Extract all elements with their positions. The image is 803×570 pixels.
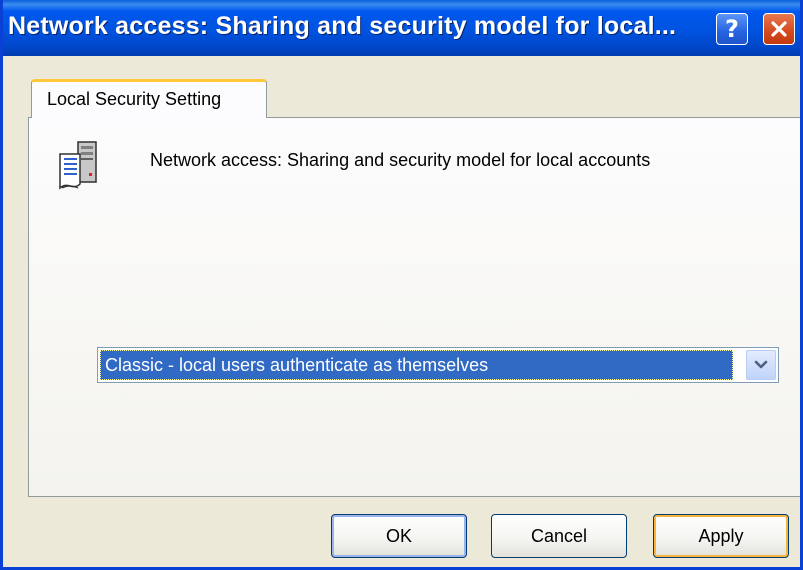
chevron-down-icon [754, 360, 768, 369]
cancel-button[interactable]: Cancel [491, 514, 627, 558]
ok-button[interactable]: OK [331, 514, 467, 558]
title-bar[interactable]: Network access: Sharing and security mod… [3, 0, 800, 56]
dialog-window: Network access: Sharing and security mod… [0, 0, 803, 570]
close-icon [771, 21, 787, 37]
help-button[interactable]: ? [716, 13, 748, 45]
apply-button[interactable]: Apply [653, 514, 789, 558]
tab-label: Local Security Setting [47, 89, 222, 109]
policy-server-icon [59, 141, 97, 190]
question-mark-icon: ? [725, 15, 739, 43]
window-title: Network access: Sharing and security mod… [8, 12, 677, 40]
security-model-dropdown[interactable]: Classic - local users authenticate as th… [97, 347, 779, 383]
close-button[interactable] [763, 13, 795, 45]
dropdown-arrow-button[interactable] [746, 350, 776, 380]
policy-description: Network access: Sharing and security mod… [150, 150, 651, 170]
dialog-content: Local Security Setting Network access: S… [3, 56, 800, 567]
tab-panel: Network access: Sharing and security mod… [28, 117, 800, 497]
tab-local-security-setting[interactable]: Local Security Setting [31, 79, 267, 118]
dropdown-selected-value[interactable]: Classic - local users authenticate as th… [100, 350, 733, 380]
